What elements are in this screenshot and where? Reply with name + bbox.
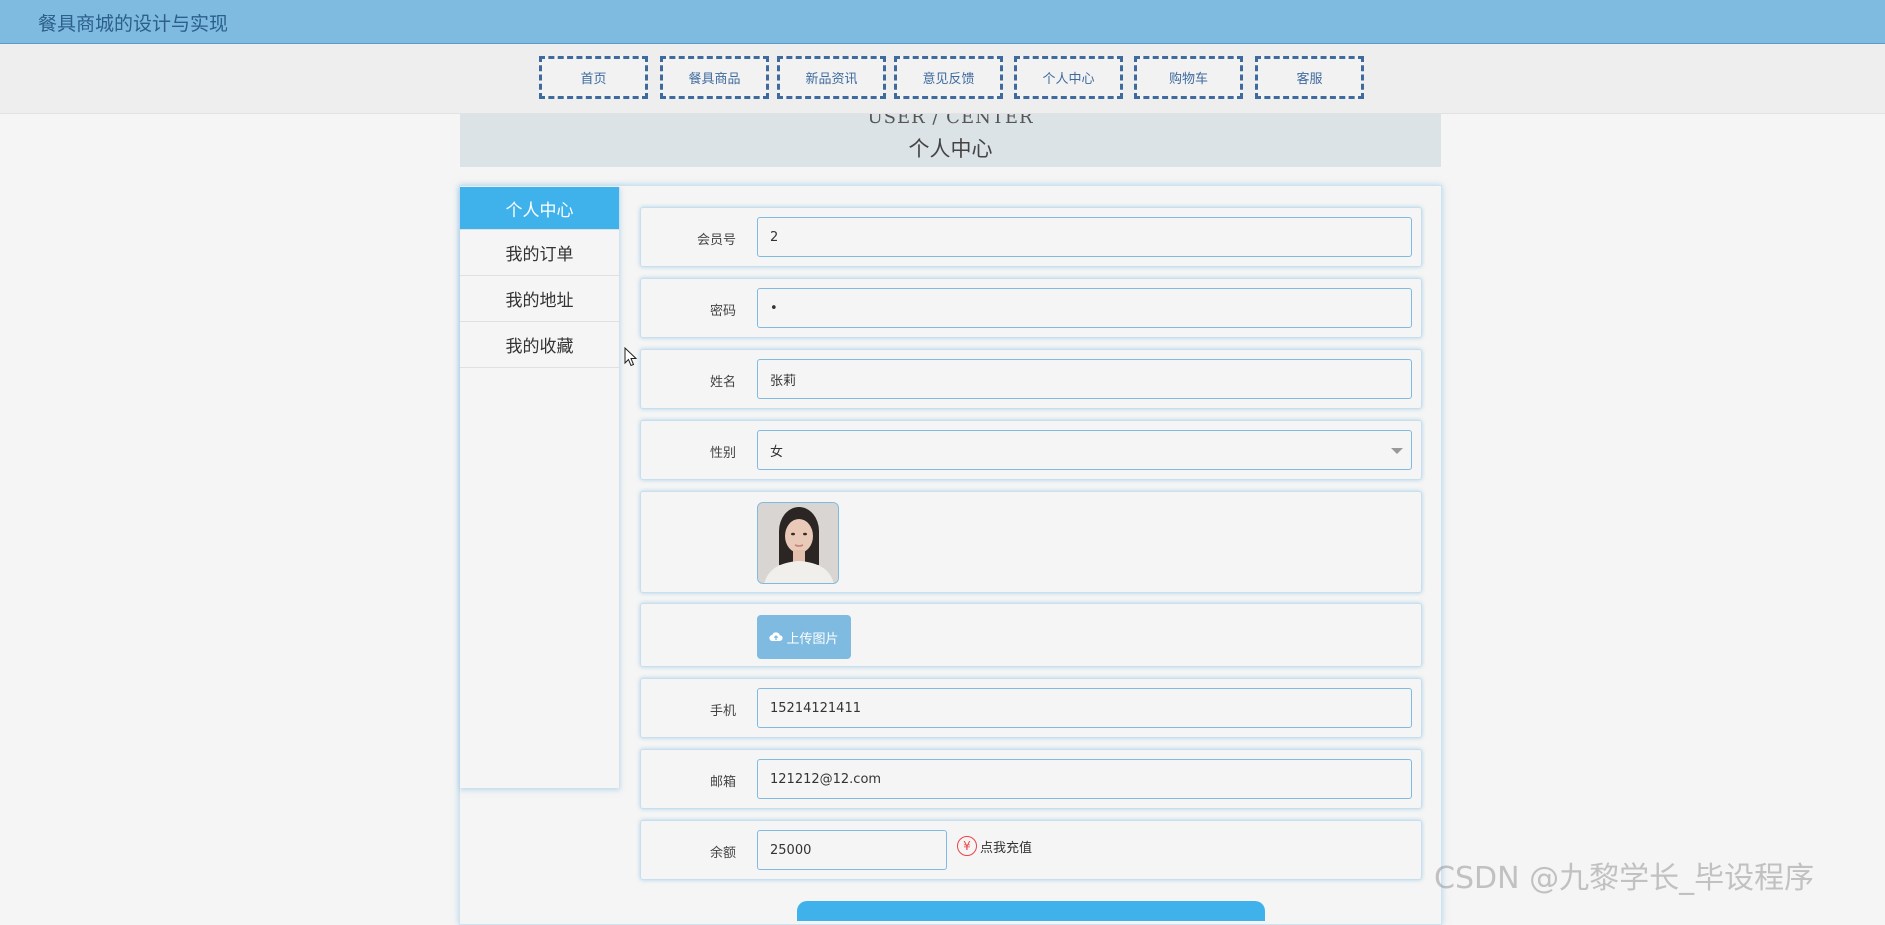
email-input[interactable]: 121212@12.com — [757, 759, 1412, 799]
page-heading-en: USER / CENTER — [867, 114, 1034, 128]
avatar — [757, 502, 839, 584]
name-input[interactable]: 张莉 — [757, 359, 1412, 399]
balance-input[interactable]: 25000 — [757, 830, 947, 870]
nav-item-cart[interactable]: 购物车 — [1134, 56, 1243, 99]
recharge-link[interactable]: ¥ 点我充值 — [957, 836, 1032, 856]
form-row-email: 邮箱 121212@12.com — [640, 749, 1422, 809]
nav-item-news[interactable]: 新品资讯 — [777, 56, 886, 99]
form-row-avatar — [640, 491, 1422, 593]
phone-input[interactable]: 15214121411 — [757, 688, 1412, 728]
save-button[interactable] — [797, 901, 1265, 921]
avatar-photo-icon — [758, 503, 838, 583]
gender-label: 性别 — [709, 446, 736, 461]
password-input[interactable]: • — [757, 288, 1412, 328]
form-row-phone: 手机 15214121411 — [640, 678, 1422, 738]
form-row-gender: 性别 女 — [640, 420, 1422, 480]
form-row-balance: 余额 25000 ¥ 点我充值 — [640, 820, 1422, 880]
gender-select-value: 女 — [770, 444, 784, 460]
yen-icon: ¥ — [957, 836, 977, 856]
mouse-cursor-icon — [624, 347, 638, 367]
sidebar: 个人中心 我的订单 我的地址 我的收藏 — [460, 187, 620, 788]
nav-item-user-center[interactable]: 个人中心 — [1014, 56, 1123, 99]
main-nav: 首页 餐具商品 新品资讯 意见反馈 个人中心 购物车 客服 — [0, 44, 1885, 114]
recharge-label: 点我充值 — [980, 840, 1033, 856]
top-header: 餐具商城的设计与实现 — [0, 0, 1885, 44]
email-label: 邮箱 — [709, 775, 736, 790]
password-label: 密码 — [709, 304, 736, 319]
form-row-upload: 上传图片 — [640, 603, 1422, 667]
member-no-input[interactable]: 2 — [757, 217, 1412, 257]
balance-label: 余额 — [709, 846, 736, 861]
name-label: 姓名 — [709, 375, 736, 390]
chevron-down-icon — [1391, 448, 1403, 454]
sidebar-item-favorites[interactable]: 我的收藏 — [460, 322, 619, 368]
form-row-name: 姓名 张莉 — [640, 349, 1422, 409]
phone-label: 手机 — [709, 704, 736, 719]
nav-item-home[interactable]: 首页 — [539, 56, 648, 99]
site-title: 餐具商城的设计与实现 — [38, 13, 229, 35]
form-row-member-no: 会员号 2 — [640, 207, 1422, 267]
sidebar-item-address[interactable]: 我的地址 — [460, 276, 619, 322]
page-title: 个人中心 — [908, 137, 993, 161]
form-row-password: 密码 • — [640, 278, 1422, 338]
sidebar-item-orders[interactable]: 我的订单 — [460, 230, 619, 276]
gender-select[interactable]: 女 — [757, 430, 1412, 470]
cloud-upload-icon — [769, 632, 784, 642]
member-no-label: 会员号 — [696, 233, 736, 248]
nav-item-customer-service[interactable]: 客服 — [1255, 56, 1364, 99]
page-heading: USER / CENTER 个人中心 — [460, 114, 1441, 167]
sidebar-item-user-center[interactable]: 个人中心 — [460, 187, 619, 230]
nav-item-products[interactable]: 餐具商品 — [660, 56, 769, 99]
upload-image-button[interactable]: 上传图片 — [757, 615, 851, 659]
nav-item-feedback[interactable]: 意见反馈 — [894, 56, 1003, 99]
watermark: CSDN @九黎学长_毕设程序 — [1434, 861, 1815, 896]
upload-image-label: 上传图片 — [786, 631, 839, 647]
